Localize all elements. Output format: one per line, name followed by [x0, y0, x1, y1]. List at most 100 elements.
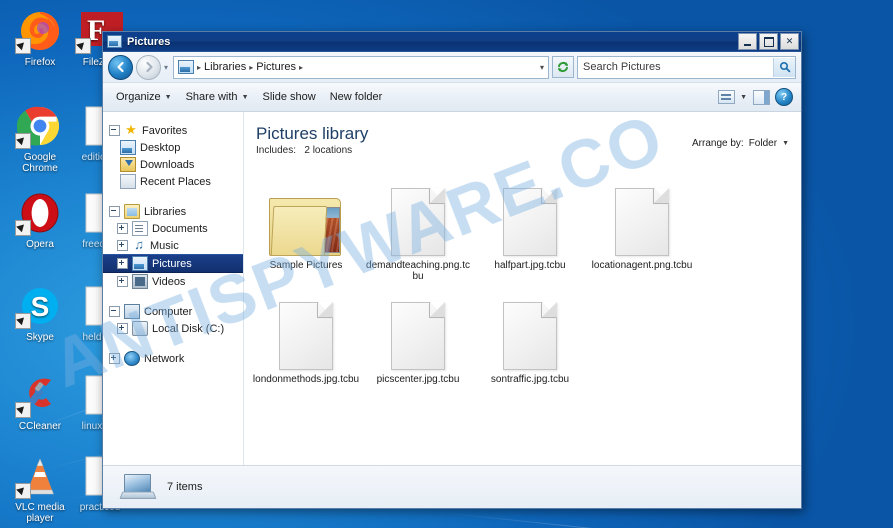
- breadcrumb-separator: ▸: [249, 62, 254, 72]
- file-item[interactable]: londonmethods.jpg.tcbu: [250, 282, 362, 385]
- desktop-icon-label: Opera: [26, 239, 54, 250]
- expander-plus-icon[interactable]: [109, 353, 120, 364]
- refresh-icon[interactable]: [552, 56, 574, 78]
- sidebar-item-label: Documents: [152, 222, 208, 235]
- encrypted-file-icon: [391, 188, 445, 256]
- sidebar-item-documents[interactable]: Documents: [103, 220, 243, 237]
- expander-plus-icon[interactable]: [117, 323, 128, 334]
- toolbar-item-label: Slide show: [262, 91, 316, 103]
- shortcut-overlay-icon: [15, 220, 31, 236]
- file-label: londonmethods.jpg.tcbu: [252, 374, 360, 385]
- shortcut-overlay-icon: [15, 483, 31, 499]
- desktop-icon: [120, 140, 136, 155]
- arrange-by-value[interactable]: Folder: [749, 138, 777, 149]
- firefox-icon: [15, 8, 63, 54]
- skype-icon: S: [15, 283, 63, 329]
- back-button[interactable]: [108, 54, 133, 80]
- file-thumbnail: [588, 172, 696, 256]
- forward-button[interactable]: [136, 54, 161, 80]
- computer-icon: [124, 304, 140, 319]
- breadcrumb-item-pictures[interactable]: Pictures: [256, 61, 296, 73]
- page-title: Pictures library: [256, 124, 369, 143]
- sidebar-item-desktop[interactable]: Desktop: [103, 139, 243, 156]
- expander-plus-icon[interactable]: [117, 240, 128, 251]
- sidebar-item-label: Network: [144, 352, 185, 365]
- sidebar-item-downloads[interactable]: Downloads: [103, 156, 243, 173]
- wallpaper-streak: [439, 512, 868, 528]
- sidebar-item-favorites[interactable]: ★ Favorites: [103, 122, 243, 139]
- toolbar-slide-show-button[interactable]: Slide show: [256, 88, 323, 106]
- sidebar-item-computer[interactable]: Computer: [103, 303, 243, 320]
- shortcut-overlay-icon: [15, 38, 31, 54]
- breadcrumb-separator: ▸: [298, 62, 303, 72]
- downloads-icon: [120, 157, 136, 172]
- file-item[interactable]: picscenter.jpg.tcbu: [362, 282, 474, 385]
- file-item[interactable]: sontraffic.jpg.tcbu: [474, 282, 586, 385]
- preview-pane-icon[interactable]: [752, 89, 770, 106]
- file-grid: Sample Pictures demandteaching.png.tcbu …: [244, 162, 801, 385]
- encrypted-file-icon: [503, 188, 557, 256]
- file-item[interactable]: locationagent.png.tcbu: [586, 168, 698, 282]
- expander-minus-icon[interactable]: [109, 306, 120, 317]
- sidebar-item-libraries[interactable]: Libraries: [103, 203, 243, 220]
- arrange-by-control[interactable]: Arrange by: Folder ▼: [692, 124, 789, 149]
- view-options-icon[interactable]: [717, 89, 735, 106]
- music-icon: ♫: [134, 237, 144, 252]
- sidebar-item-pictures[interactable]: Pictures: [103, 254, 243, 273]
- sidebar-item-label: Computer: [144, 305, 193, 318]
- toolbar-share-with-button[interactable]: Share with ▼: [179, 88, 256, 106]
- file-thumbnail: [252, 286, 360, 370]
- opera-icon: [15, 190, 63, 236]
- file-item[interactable]: halfpart.jpg.tcbu: [474, 168, 586, 282]
- sidebar-item-label: Libraries: [144, 205, 187, 218]
- nav-group-favorites: ★ Favorites Desktop Downloads Recent Pla…: [103, 122, 243, 190]
- expander-plus-icon[interactable]: [117, 223, 128, 234]
- minimize-button[interactable]: [738, 33, 757, 50]
- history-dropdown-icon[interactable]: ▾: [164, 63, 168, 72]
- window-titlebar[interactable]: Pictures ✕: [103, 32, 801, 52]
- sidebar-item-label: Recent Places: [140, 175, 211, 188]
- file-item[interactable]: Sample Pictures: [250, 168, 362, 282]
- star-icon: ★: [125, 122, 137, 137]
- search-input[interactable]: Search Pictures: [577, 55, 796, 79]
- file-label: picscenter.jpg.tcbu: [376, 374, 460, 385]
- search-icon[interactable]: [773, 57, 795, 77]
- chevron-down-icon[interactable]: ▼: [782, 140, 789, 147]
- shortcut-overlay-icon: [15, 402, 31, 418]
- sidebar-item-local-disk-c[interactable]: Local Disk (C:): [103, 320, 243, 337]
- expander-plus-icon[interactable]: [117, 258, 128, 269]
- file-label: demandteaching.png.tcbu: [366, 260, 470, 282]
- nav-group-computer: Computer Local Disk (C:): [103, 303, 243, 337]
- includes-value[interactable]: 2 locations: [304, 145, 352, 156]
- close-button[interactable]: ✕: [780, 33, 799, 50]
- videos-icon: [132, 274, 148, 289]
- help-icon[interactable]: ?: [775, 88, 793, 106]
- toolbar-organize-button[interactable]: Organize ▼: [109, 88, 179, 106]
- view-dropdown-icon[interactable]: ▼: [740, 94, 747, 101]
- breadcrumb[interactable]: ▸ Libraries ▸ Pictures ▸ ▾: [173, 55, 549, 79]
- address-dropdown-icon[interactable]: ▾: [540, 63, 544, 72]
- sidebar-item-recent-places[interactable]: Recent Places: [103, 173, 243, 190]
- sidebar-item-label: Pictures: [152, 257, 192, 270]
- file-thumbnail: [364, 172, 472, 256]
- breadcrumb-item-libraries[interactable]: Libraries: [204, 61, 246, 73]
- encrypted-file-icon: [615, 188, 669, 256]
- sidebar-item-videos[interactable]: Videos: [103, 273, 243, 290]
- recent-places-icon: [120, 174, 136, 189]
- expander-plus-icon[interactable]: [117, 276, 128, 287]
- toolbar-item-label: New folder: [329, 91, 383, 103]
- expander-minus-icon[interactable]: [109, 125, 120, 136]
- maximize-button[interactable]: [759, 33, 778, 50]
- content-pane: Pictures library Includes: 2 locations A…: [244, 112, 801, 465]
- expander-minus-icon[interactable]: [109, 206, 120, 217]
- sidebar-item-network[interactable]: Network: [103, 350, 243, 367]
- search-placeholder: Search Pictures: [583, 61, 661, 73]
- sidebar-item-music[interactable]: ♫ Music: [103, 237, 243, 254]
- file-label: halfpart.jpg.tcbu: [494, 260, 566, 271]
- vlc-icon: [15, 453, 63, 499]
- toolbar-new-folder-button[interactable]: New folder: [323, 88, 390, 106]
- file-item[interactable]: demandteaching.png.tcbu: [362, 168, 474, 282]
- local-disk-icon: [132, 321, 148, 336]
- desktop-icon-label: Skype: [26, 332, 54, 343]
- file-label: sontraffic.jpg.tcbu: [490, 374, 570, 385]
